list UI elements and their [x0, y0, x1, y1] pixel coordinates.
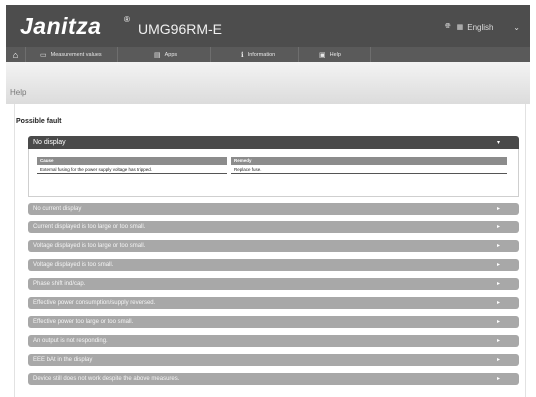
- accordion-label: Effective power too large or too small.: [33, 319, 134, 325]
- accordion-item[interactable]: Voltage displayed is too large or too sm…: [28, 240, 519, 252]
- accordion-item[interactable]: Effective power consumption/supply rever…: [28, 297, 519, 309]
- registered-mark: ®: [124, 15, 130, 24]
- accordion-item[interactable]: Phase shift ind/cap. ▸: [28, 278, 519, 290]
- help-icon: ▣: [319, 51, 326, 59]
- accordion-label: No display: [33, 139, 66, 146]
- caret-right-icon: ▸: [496, 376, 500, 382]
- accordion-label: Phase shift ind/cap.: [33, 281, 86, 287]
- janitza-logo[interactable]: Janitza: [20, 13, 101, 40]
- remedy-header: Remedy: [231, 157, 507, 165]
- caret-right-icon: ▸: [496, 224, 500, 230]
- accordion-item[interactable]: Voltage displayed is too small. ▸: [28, 259, 519, 271]
- caret-right-icon: ▸: [496, 281, 500, 287]
- accordion-label: Effective power consumption/supply rever…: [33, 300, 156, 306]
- accordion-label: Voltage displayed is too small.: [33, 262, 114, 268]
- accordion-body: Cause External fusing for the power supp…: [28, 149, 519, 197]
- accordion-item[interactable]: No current display ▸: [28, 203, 519, 215]
- accordion-item[interactable]: Current displayed is too large or too sm…: [28, 221, 519, 233]
- remedy-text: Replace fuse.: [231, 165, 507, 174]
- caret-right-icon: ▸: [496, 357, 500, 363]
- accordion-label: An output is not responding.: [33, 338, 108, 344]
- accordion-item[interactable]: Device still does not work despite the a…: [28, 373, 519, 385]
- accordion-item[interactable]: EEE bAt in the display ▸: [28, 354, 519, 366]
- cause-column: Cause External fusing for the power supp…: [37, 157, 227, 174]
- caret-down-icon: ▾: [496, 140, 500, 146]
- info-icon: ℹ: [241, 51, 244, 59]
- chevron-down-icon: ⌄: [513, 22, 520, 32]
- caret-right-icon: ▸: [496, 243, 500, 249]
- app-header: Janitza ® UMG96RM-E 🌐︎ ▦ English ⌄: [6, 5, 530, 47]
- flag-icon: ▦: [456, 24, 464, 31]
- main-nav: ⌂ ▭ Measurement values ▤ Apps ℹ Informat…: [6, 47, 530, 62]
- caret-right-icon: ▸: [496, 319, 500, 325]
- accordion-item[interactable]: An output is not responding. ▸: [28, 335, 519, 347]
- nav-label: Information: [247, 51, 276, 58]
- home-icon: ⌂: [12, 49, 19, 60]
- caret-right-icon: ▸: [496, 300, 500, 306]
- nav-label: Help: [329, 51, 341, 58]
- accordion-label: No current display: [33, 206, 82, 212]
- remedy-column: Remedy Replace fuse.: [231, 157, 507, 174]
- language-select[interactable]: 🌐︎ ▦ English ⌄: [431, 19, 524, 35]
- page-title: Help: [10, 88, 27, 97]
- chart-icon: ▭: [40, 51, 47, 59]
- nav-help[interactable]: ▣ Help: [299, 47, 371, 62]
- accordion-label: Voltage displayed is too large or too sm…: [33, 243, 146, 249]
- nav-label: Apps: [164, 51, 178, 58]
- device-name: UMG96RM-E: [138, 21, 223, 37]
- apps-icon: ▤: [154, 51, 161, 59]
- language-label: English: [467, 22, 494, 32]
- page-title-bar: Help: [6, 62, 530, 104]
- nav-measurement-values[interactable]: ▭ Measurement values: [26, 47, 118, 62]
- globe-icon: 🌐︎: [445, 23, 451, 30]
- accordion-label: Current displayed is too large or too sm…: [33, 224, 146, 230]
- caret-right-icon: ▸: [496, 262, 500, 268]
- cause-header: Cause: [37, 157, 227, 165]
- section-heading: Possible fault: [16, 118, 62, 125]
- accordion-no-display[interactable]: No display ▾: [28, 136, 519, 149]
- nav-apps[interactable]: ▤ Apps: [118, 47, 211, 62]
- cause-text: External fusing for the power supply vol…: [37, 165, 227, 174]
- nav-information[interactable]: ℹ Information: [211, 47, 299, 62]
- caret-right-icon: ▸: [496, 338, 500, 344]
- accordion-label: EEE bAt in the display: [33, 357, 93, 363]
- accordion-item[interactable]: Effective power too large or too small. …: [28, 316, 519, 328]
- caret-right-icon: ▸: [496, 206, 500, 212]
- accordion-label: Device still does not work despite the a…: [33, 376, 180, 382]
- nav-label: Measurement values: [50, 51, 102, 58]
- home-button[interactable]: ⌂: [6, 47, 26, 62]
